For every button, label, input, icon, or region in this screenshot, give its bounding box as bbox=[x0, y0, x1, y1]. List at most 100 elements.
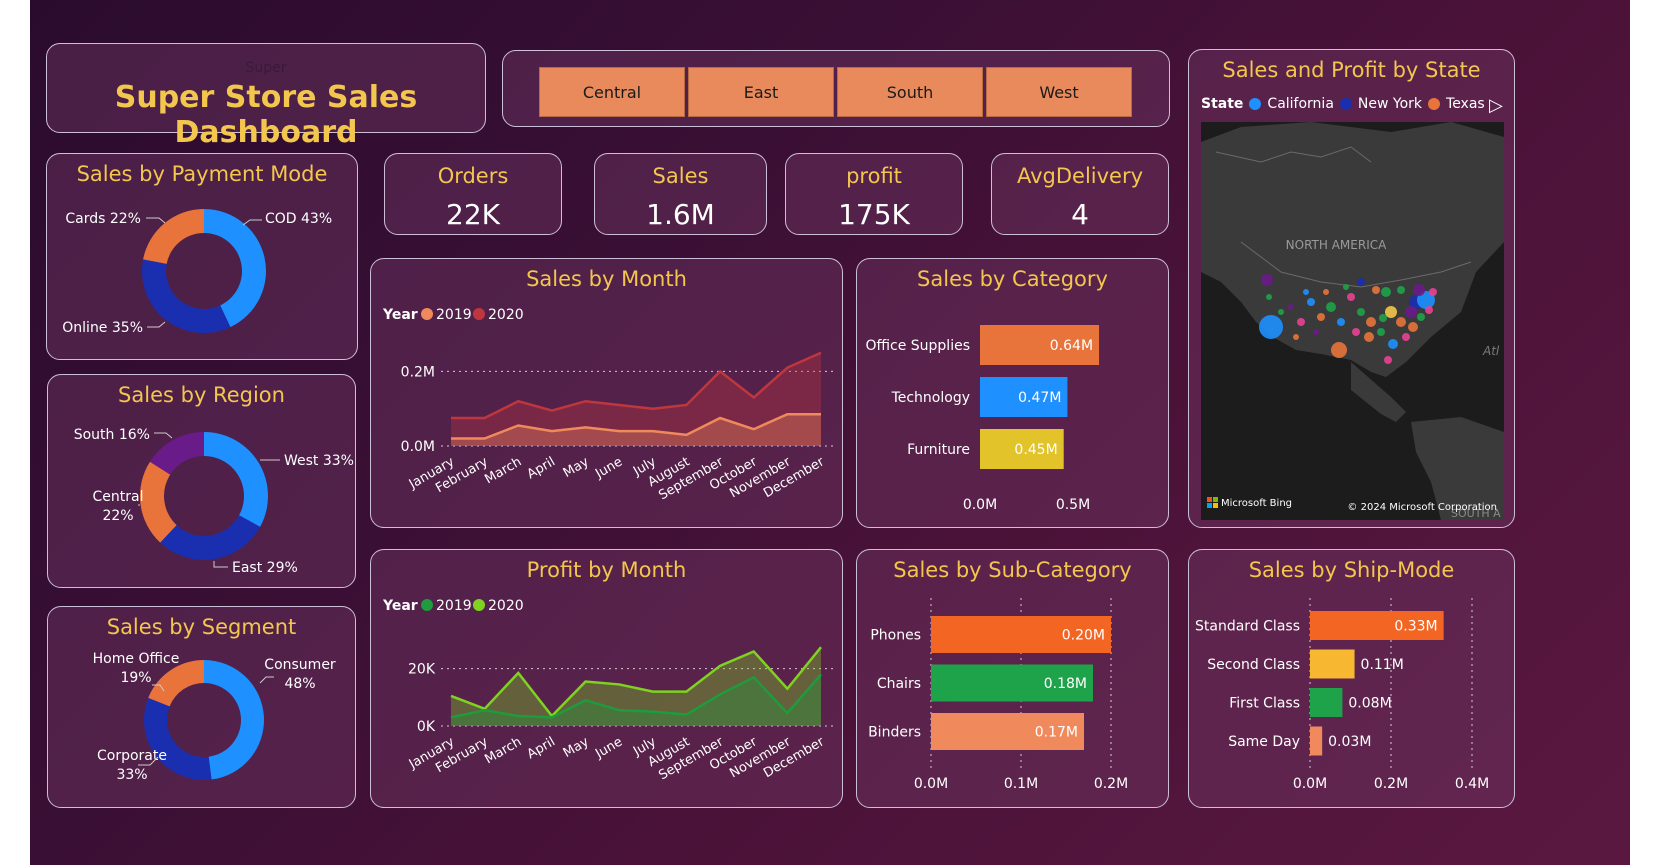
donut-slice bbox=[144, 697, 212, 780]
legend-next-arrow-icon[interactable]: ▷ bbox=[1489, 95, 1503, 116]
state-bubble bbox=[1364, 332, 1374, 342]
donut-slice bbox=[204, 660, 265, 780]
x-tick-label: March bbox=[482, 734, 524, 767]
title-card: Super Super Store Sales Dashboard bbox=[46, 43, 486, 150]
donut-label: 22% bbox=[102, 508, 133, 524]
region-card: Sales by Region West 33% East 29% Central 2… bbox=[47, 374, 356, 588]
ship-mode-bar-chart: 0.0M 0.2M 0.4M Standard Class 0.33M Second Cl… bbox=[1195, 598, 1489, 792]
slicer-central[interactable]: Central bbox=[539, 67, 685, 117]
state-bubble bbox=[1323, 289, 1329, 295]
slicer-west[interactable]: West bbox=[986, 67, 1132, 117]
dashboard-canvas: Super Super Store Sales Dashboard Centra… bbox=[30, 0, 1630, 865]
map-ocean-label: Atl bbox=[1482, 344, 1500, 358]
slicer-south[interactable]: South bbox=[837, 67, 983, 117]
state-bubble bbox=[1397, 286, 1405, 294]
state-bubble bbox=[1347, 293, 1355, 301]
map-copyright: © 2024 Microsoft Corporation bbox=[1347, 502, 1497, 513]
data-label: 0.17M bbox=[1035, 725, 1078, 741]
legend-dot bbox=[473, 599, 485, 611]
dashboard-title: Super Store Sales Dashboard bbox=[114, 80, 418, 150]
kpi-value: 1.6M bbox=[646, 198, 715, 231]
state-bubble bbox=[1313, 329, 1319, 335]
map-legend: State California New York Texas bbox=[1201, 96, 1485, 112]
x-tick-label: April bbox=[525, 734, 558, 762]
kpi-sales: Sales 1.6M bbox=[594, 153, 767, 235]
state-bubble bbox=[1288, 304, 1294, 310]
state-bubble bbox=[1377, 328, 1385, 336]
sales-month-area-chart: Year 2019 20200.2M0.0MJanuaryFebruaryMarch… bbox=[382, 307, 836, 503]
donut-slice bbox=[160, 515, 261, 560]
state-bubble bbox=[1429, 288, 1437, 296]
state-bubble bbox=[1408, 322, 1418, 332]
data-label: 0.64M bbox=[1050, 338, 1093, 354]
state-bubble bbox=[1381, 287, 1391, 297]
payment-donut-chart: COD 43% Online 35% Cards 22% bbox=[62, 209, 332, 336]
segment-card: Sales by Segment Consumer 48% Corporate 33%… bbox=[47, 606, 356, 808]
y-tick-label: 0K bbox=[417, 719, 436, 735]
legend-title: Year bbox=[382, 307, 418, 323]
state-bubble bbox=[1343, 284, 1349, 290]
donut-label: 19% bbox=[120, 670, 151, 686]
logo-square bbox=[1213, 503, 1218, 508]
slicer-east[interactable]: East bbox=[688, 67, 834, 117]
x-tick-label: June bbox=[592, 734, 625, 762]
legend-title: Year bbox=[382, 598, 418, 614]
state-bubble bbox=[1259, 315, 1283, 339]
x-tick-label: 0.5M bbox=[1056, 497, 1090, 513]
donut-label: Online 35% bbox=[62, 320, 143, 336]
category-label: First Class bbox=[1229, 696, 1300, 712]
state-bubble bbox=[1372, 286, 1380, 294]
x-tick-label: May bbox=[561, 734, 592, 761]
leader-line bbox=[242, 219, 262, 226]
category-label: Second Class bbox=[1207, 657, 1300, 673]
data-label: 0.20M bbox=[1062, 628, 1105, 644]
donut-label: Central bbox=[93, 489, 144, 505]
donut-label: 33% bbox=[116, 767, 147, 783]
donut-label: Home Office bbox=[93, 651, 180, 667]
category-label: Same Day bbox=[1228, 734, 1300, 750]
map-region-label: NORTH AMERICA bbox=[1286, 238, 1387, 252]
data-label: 0.11M bbox=[1361, 657, 1404, 673]
donut-label: Consumer bbox=[264, 657, 336, 673]
category-label: Binders bbox=[868, 725, 921, 741]
category-label: Furniture bbox=[907, 442, 970, 458]
state-bubble bbox=[1266, 294, 1272, 300]
x-tick-label: 0.0M bbox=[914, 776, 948, 792]
leader-line bbox=[259, 676, 274, 684]
x-tick-label: 0.1M bbox=[1004, 776, 1038, 792]
state-bubble bbox=[1293, 334, 1299, 340]
region-slicer: Central East South West bbox=[502, 50, 1170, 127]
category-label: Chairs bbox=[877, 676, 921, 692]
state-bubble bbox=[1326, 302, 1336, 312]
state-bubble-map[interactable]: NORTH AMERICAAtlSOUTH AMicrosoft Bing © 2… bbox=[1201, 122, 1504, 520]
kpi-profit: profit 175K bbox=[785, 153, 963, 235]
kpi-value: 4 bbox=[1071, 198, 1089, 231]
state-bubble bbox=[1402, 333, 1410, 341]
state-bubble bbox=[1331, 342, 1347, 358]
legend-dot bbox=[421, 599, 433, 611]
x-tick-label: 0.0M bbox=[963, 497, 997, 513]
data-label: 0.33M bbox=[1394, 619, 1437, 635]
leader-line bbox=[146, 217, 166, 224]
logo-square bbox=[1213, 497, 1218, 502]
profit-month-area-chart: Year 2019 202020K0KJanuaryFebruaryMarch Apr… bbox=[382, 598, 836, 783]
right-margin bbox=[1630, 0, 1662, 865]
state-bubble bbox=[1357, 308, 1365, 316]
legend-dot bbox=[1249, 98, 1262, 110]
donut-slice bbox=[143, 209, 204, 264]
state-bubble bbox=[1337, 318, 1345, 326]
donut-label: West 33% bbox=[284, 453, 354, 469]
region-donut-chart: West 33% East 29% Central 22% South 16% bbox=[74, 427, 354, 576]
data-label: 0.18M bbox=[1044, 676, 1087, 692]
chart-legend: Year 2019 2020 bbox=[382, 598, 524, 614]
bar bbox=[1310, 688, 1343, 717]
sales-by-month-card: Sales by Month Year 2019 2020 0.2M 0.0M Janua… bbox=[370, 258, 843, 528]
state-bubble bbox=[1261, 274, 1273, 286]
category-label: Phones bbox=[870, 628, 921, 644]
state-bubble bbox=[1297, 318, 1305, 326]
legend-label: California bbox=[1267, 96, 1334, 112]
state-bubble bbox=[1278, 309, 1284, 315]
ghost-title: Super bbox=[245, 60, 287, 76]
x-tick-label: May bbox=[561, 454, 592, 481]
x-tick-label: 0.4M bbox=[1455, 776, 1489, 792]
